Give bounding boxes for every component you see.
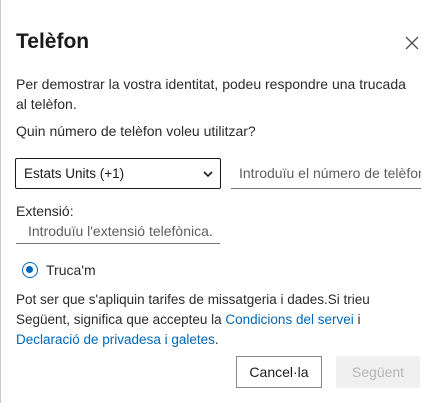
dialog-title: Telèfon [16, 30, 90, 53]
close-button[interactable] [401, 32, 423, 54]
call-me-radio[interactable] [22, 262, 38, 278]
notice-conjunction: i [353, 312, 361, 327]
extension-input[interactable] [16, 218, 220, 244]
close-icon [405, 36, 419, 50]
extension-label: Extensió: [16, 203, 74, 219]
chevron-down-icon [203, 171, 213, 178]
dialog-edge [0, 0, 1, 403]
phone-question: Quin número de telèfon voleu utilitzar? [16, 123, 256, 139]
terms-notice: Pot ser que s'apliquin tarifes de missat… [16, 290, 421, 350]
call-me-label: Truca'm [46, 262, 96, 278]
dialog-description: Per demostrar la vostra identitat, podeu… [16, 76, 406, 112]
country-code-select[interactable]: Estats Units (+1) [15, 158, 221, 189]
phone-number-input[interactable] [231, 158, 421, 189]
phone-verification-dialog: Telèfon Per demostrar la vostra identita… [0, 0, 435, 403]
notice-end: . [214, 332, 219, 347]
country-code-value: Estats Units (+1) [24, 166, 125, 181]
terms-of-service-link[interactable]: Condicions del servei [225, 312, 353, 327]
next-button[interactable]: Següent [336, 356, 420, 388]
cancel-button[interactable]: Cancel·la [236, 356, 322, 388]
privacy-statement-link[interactable]: Declaració de privadesa i galetes [16, 332, 215, 347]
